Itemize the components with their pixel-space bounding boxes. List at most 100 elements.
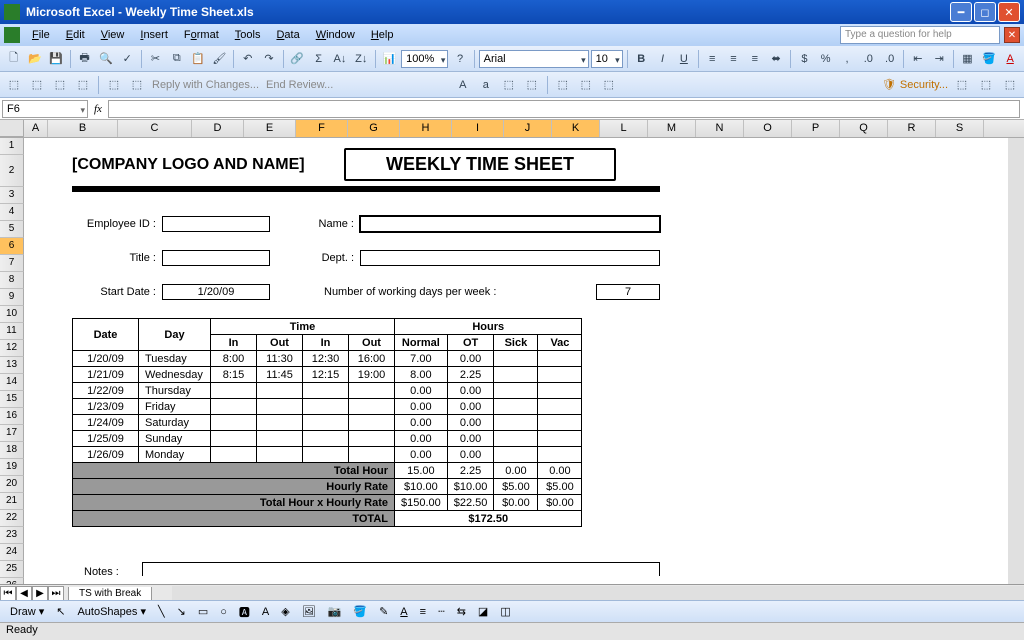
cell-vac[interactable] [538,447,582,463]
sheet-canvas[interactable]: [COMPANY LOGO AND NAME] WEEKLY TIME SHEE… [24,138,1024,620]
preview-icon[interactable]: 🔍 [96,49,115,69]
print-icon[interactable]: 🖶 [75,49,94,69]
arrow-icon[interactable]: ↘ [173,604,190,619]
cell-out2[interactable]: 16:00 [349,351,395,367]
zoom-dropdown[interactable]: 100% [401,50,448,68]
tb2-a[interactable]: A [453,75,473,95]
tb2-4[interactable]: ⬚ [73,75,93,95]
cell-vac[interactable] [538,351,582,367]
cell-ot[interactable]: 2.25 [447,367,494,383]
cell-day[interactable]: Thursday [139,383,211,399]
underline-icon[interactable]: U [674,49,693,69]
employee-id-field[interactable] [162,216,270,232]
cell-day[interactable]: Sunday [139,431,211,447]
cell-in1[interactable] [211,415,257,431]
table-row[interactable]: 1/23/09Friday0.000.00 [73,399,582,415]
fill-icon[interactable]: 🪣 [349,604,371,619]
clipart-icon[interactable]: 🖼 [298,604,320,619]
cell-day[interactable]: Tuesday [139,351,211,367]
col-header-C[interactable]: C [118,120,192,137]
formula-bar[interactable] [108,100,1020,118]
cell-out1[interactable]: 11:45 [257,367,303,383]
sort-asc-icon[interactable]: A↓ [330,49,349,69]
security-b2[interactable]: ⬚ [976,75,996,95]
cell-ot[interactable]: 0.00 [447,383,494,399]
cell-out1[interactable] [257,447,303,463]
cell-in1[interactable]: 8:15 [211,367,257,383]
cell-normal[interactable]: 0.00 [395,383,448,399]
cell-sick[interactable] [494,383,538,399]
cell-out1[interactable] [257,431,303,447]
cell-out2[interactable] [349,415,395,431]
row-header-8[interactable]: 8 [0,272,24,289]
cell-out1[interactable] [257,415,303,431]
row-header-2[interactable]: 2 [0,155,24,187]
cell-out2[interactable] [349,431,395,447]
cell-date[interactable]: 1/25/09 [73,431,139,447]
menu-insert[interactable]: Insert [132,27,176,43]
menu-help[interactable]: Help [363,27,402,43]
italic-icon[interactable]: I [653,49,672,69]
col-header-I[interactable]: I [452,120,504,137]
cell-out2[interactable] [349,447,395,463]
notes-box[interactable] [142,562,660,576]
cell-date[interactable]: 1/20/09 [73,351,139,367]
cell-ot[interactable]: 0.00 [447,399,494,415]
cell-normal[interactable]: 0.00 [395,447,448,463]
cell-date[interactable]: 1/26/09 [73,447,139,463]
row-header-25[interactable]: 25 [0,561,24,578]
undo-icon[interactable]: ↶ [238,49,257,69]
cell-date[interactable]: 1/24/09 [73,415,139,431]
row-header-9[interactable]: 9 [0,289,24,306]
font-color-icon[interactable]: A [1000,49,1019,69]
diagram-icon[interactable]: ◈ [277,604,293,619]
menu-format[interactable]: Format [176,27,227,43]
select-objects-icon[interactable]: ↖ [52,604,69,619]
cell-out1[interactable]: 11:30 [257,351,303,367]
col-header-L[interactable]: L [600,120,648,137]
row-header-1[interactable]: 1 [0,138,24,155]
security-icon[interactable]: 🛡 [882,78,896,91]
col-header-A[interactable]: A [24,120,48,137]
cell-in1[interactable] [211,447,257,463]
cell-ot[interactable]: 0.00 [447,415,494,431]
tb2-c[interactable]: ⬚ [499,75,519,95]
cell-ot[interactable]: 0.00 [447,351,494,367]
cell-in1[interactable] [211,383,257,399]
row-header-24[interactable]: 24 [0,544,24,561]
col-header-S[interactable]: S [936,120,984,137]
font-color-icon2[interactable]: A [396,605,411,619]
cell-vac[interactable] [538,399,582,415]
tb2-2[interactable]: ⬚ [27,75,47,95]
sum-icon[interactable]: Σ [309,49,328,69]
help-search[interactable]: Type a question for help [840,26,1000,44]
comma-icon[interactable]: , [837,49,856,69]
align-right-icon[interactable]: ≡ [745,49,764,69]
tb2-f[interactable]: ⬚ [576,75,596,95]
redo-icon[interactable]: ↷ [259,49,278,69]
cell-out2[interactable] [349,383,395,399]
cell-date[interactable]: 1/21/09 [73,367,139,383]
timesheet-table[interactable]: Date Day Time Hours In Out In Out Normal… [72,318,582,527]
cell-sick[interactable] [494,415,538,431]
cell-normal[interactable]: 7.00 [395,351,448,367]
cell-in2[interactable] [303,415,349,431]
row-header-6[interactable]: 6 [0,238,24,255]
inc-decimal-icon[interactable]: .0 [859,49,878,69]
border-icon[interactable]: ▦ [958,49,977,69]
vertical-scrollbar[interactable] [1008,138,1024,620]
new-icon[interactable]: 🗋 [4,49,23,69]
font-dropdown[interactable]: Arial [479,50,589,68]
open-icon[interactable]: 📂 [25,49,44,69]
fill-color-icon[interactable]: 🪣 [979,49,998,69]
oval-icon[interactable]: ○ [216,605,231,619]
cell-day[interactable]: Monday [139,447,211,463]
row-header-15[interactable]: 15 [0,391,24,408]
col-header-K[interactable]: K [552,120,600,137]
row-header-21[interactable]: 21 [0,493,24,510]
cell-out1[interactable] [257,383,303,399]
col-header-B[interactable]: B [48,120,118,137]
cell-out2[interactable]: 19:00 [349,367,395,383]
pic-icon[interactable]: 📷 [324,604,346,619]
cell-in1[interactable] [211,431,257,447]
